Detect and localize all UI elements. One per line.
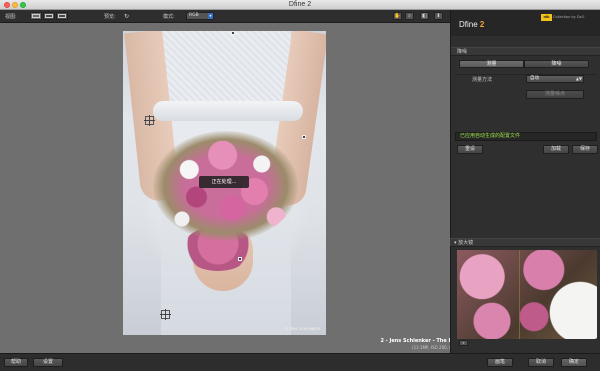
- sash-region: [153, 101, 303, 121]
- bottom-bar: 帮助 设置 画笔 取消 确定: [0, 353, 600, 371]
- measure-point[interactable]: [238, 257, 242, 261]
- cancel-button[interactable]: 取消: [528, 358, 554, 367]
- section-title: 降噪: [451, 47, 600, 56]
- product-name-text: Dfine: [459, 20, 478, 29]
- view-label: 视图:: [5, 14, 17, 20]
- method-select-value: 自动: [530, 76, 539, 81]
- method-select[interactable]: 自动 ▲▼: [526, 75, 584, 83]
- product-name: Dfine 2: [459, 20, 484, 29]
- nik-logo: nik: [541, 13, 552, 21]
- split-view-button[interactable]: [43, 12, 55, 20]
- loupe-split-line: [519, 250, 520, 339]
- pin-icon[interactable]: ⬇: [434, 12, 443, 20]
- processing-indicator: 正在处理...: [199, 176, 249, 188]
- brand-header: Dfine 2 nik Collection by DxO: [451, 10, 600, 36]
- window-title: Dfine 2: [288, 1, 312, 8]
- chevron-down-icon: ▲▼: [575, 76, 582, 81]
- preview-toggle-icon[interactable]: ↻: [124, 13, 129, 20]
- save-button[interactable]: 保存: [572, 145, 598, 154]
- measure-point[interactable]: [302, 135, 306, 139]
- method-label: 测量方法: [472, 77, 493, 83]
- tab-measure[interactable]: 测量: [459, 60, 524, 68]
- load-button[interactable]: 加载: [543, 145, 569, 154]
- mode-select[interactable]: RGB ▾: [186, 12, 214, 20]
- vendor-text: Collection by DxO: [553, 15, 585, 19]
- title-bar: Dfine 2: [0, 0, 600, 10]
- side-by-side-icon: [58, 14, 66, 18]
- side-by-side-view-button[interactable]: [56, 12, 68, 20]
- single-view-button[interactable]: [30, 12, 42, 20]
- product-version: 2: [479, 20, 485, 29]
- hand-icon[interactable]: ✋: [393, 12, 402, 20]
- status-message: 已应用自动生成的配置文件: [455, 132, 597, 141]
- reset-button[interactable]: 重设: [457, 145, 483, 154]
- compare-icon[interactable]: ◧: [420, 12, 429, 20]
- measure-point[interactable]: [231, 31, 235, 35]
- vendor-badge: nik Collection by DxO: [541, 13, 595, 21]
- loupe-title: 放大镜: [458, 240, 474, 246]
- ok-button[interactable]: 确定: [561, 358, 587, 367]
- measure-noise-button[interactable]: 测量噪点: [526, 90, 584, 99]
- loupe-pin-icon[interactable]: ⌕: [459, 340, 468, 346]
- tab-denoise[interactable]: 降噪: [524, 60, 589, 68]
- measure-rectangle[interactable]: [144, 115, 155, 126]
- single-view-icon: [32, 14, 40, 18]
- loupe-header[interactable]: ▾ 放大镜: [450, 238, 600, 247]
- settings-button[interactable]: 设置: [33, 358, 63, 367]
- measure-rectangle[interactable]: [160, 309, 171, 320]
- zoom-icon[interactable]: ⌕: [405, 12, 414, 20]
- help-button[interactable]: 帮助: [4, 358, 28, 367]
- brush-button[interactable]: 画笔: [487, 358, 513, 367]
- loupe-preview[interactable]: [457, 250, 597, 339]
- mode-select-value: RGB: [189, 13, 199, 18]
- preview-label: 预览:: [104, 14, 116, 20]
- split-view-icon: [45, 14, 53, 18]
- chevron-down-icon: ▾: [208, 13, 213, 19]
- image-watermark: © JENS SCHLENKER: [285, 327, 320, 331]
- bodice-region: [161, 31, 291, 101]
- mode-label: 模式:: [163, 14, 175, 20]
- toolbar: 视图: 预览: ↻ 模式: RGB ▾ ✋ ⌕ ◧ ⬇: [0, 10, 450, 23]
